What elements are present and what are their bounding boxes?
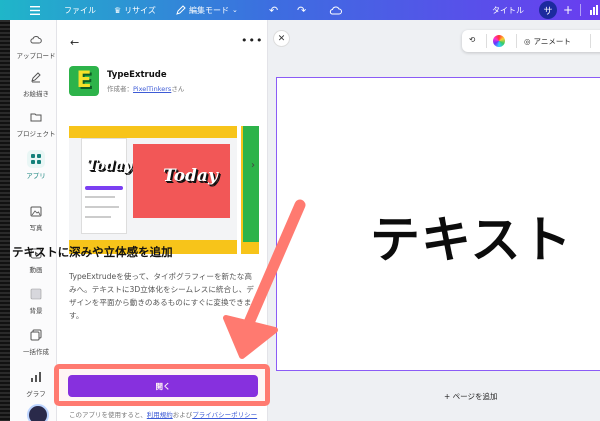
rail-item-label: 背景 [29,307,43,315]
terms-notice: このアプリを使用すると、利用規約およびプライバシーポリシー [69,409,257,419]
hamburger-icon [30,5,40,15]
redo-icon: ↷ [297,3,307,17]
plus-icon: + [563,3,574,17]
more-options-button[interactable]: ••• [241,34,263,47]
rail-item-label: 動画 [29,266,43,274]
menu-button[interactable] [30,0,40,20]
app-detail-panel: ← ••• E TypeExtrude 作成者：PixelTinkersさん T… [57,20,268,421]
preview-small-word: Today [87,158,133,174]
close-panel-button[interactable]: ✕ [273,30,290,47]
rail-item-label: プロジェクト [16,130,56,138]
rail-item-label: アプリ [26,172,46,180]
animate-button[interactable]: ◎ アニメート [524,30,571,52]
terms-middle: および [172,411,193,419]
top-bar: ファイル ♛ リサイズ 編集モード ⌄ ↶ ↷ タイトル サ + [0,0,600,20]
ellipsis-icon: ••• [241,34,264,47]
app-name: TypeExtrude [107,70,167,80]
context-toolbar: ⟲ ◎ アニメート [462,30,600,52]
terms-link[interactable]: 利用規約 [147,411,173,419]
background-icon [27,285,45,303]
animate-label: アニメート [533,36,571,46]
invite-button[interactable]: + [563,0,573,20]
rail-item-projects[interactable]: プロジェクト [14,108,58,138]
pencil-icon [176,5,186,15]
file-menu-label: ファイル [64,5,96,15]
creator-prefix: 作成者： [107,85,133,93]
preview-screenshot-next [241,126,259,254]
canvas-text-element[interactable]: テキスト [370,200,573,272]
rail-item-charts[interactable]: グラフ [14,368,58,398]
app-preview-gallery: Today Today [69,126,259,254]
chart-icon [27,368,45,386]
resize-label: リサイズ [124,5,156,15]
design-title[interactable]: タイトル [492,0,524,20]
rail-item-label: グラフ [26,390,46,398]
rail-item-apps[interactable]: アプリ [14,150,58,180]
app-description: TypeExtrudeを使って、タイポグラフィーを新たな高みへ。テキストに3D立… [69,272,254,320]
chevron-down-icon: ⌄ [232,6,238,14]
cloud-save-status[interactable] [329,0,342,20]
creator-suffix: さん [171,85,185,93]
back-button[interactable]: ← [70,36,79,49]
rail-item-label: お絵描き [23,90,49,98]
rail-item-upload[interactable]: アップロード [14,30,58,60]
creator-link[interactable]: PixelTinkers [133,85,171,93]
edit-mode-label: 編集モード [189,5,229,15]
preview-large-word: Today [163,166,218,186]
undo-icon: ↶ [269,3,279,17]
rail-item-label: アップロード [16,52,56,60]
crown-icon: ♛ [114,5,122,15]
folder-icon [27,108,45,126]
bar-chart-icon [590,5,598,15]
privacy-link[interactable]: プライバシーポリシー [192,411,257,419]
redo-button[interactable]: ↷ [297,0,306,20]
gallery-next-button[interactable]: › [251,160,255,171]
rail-item-backgrounds[interactable]: 背景 [14,285,58,315]
app-creator: 作成者：PixelTinkersさん [107,83,184,93]
chevron-right-icon: › [251,160,255,171]
rail-item-label: 一括作成 [23,348,49,356]
cloud-icon [329,6,342,14]
magic-assistant-button[interactable] [27,404,49,421]
close-icon: ✕ [277,33,286,44]
image-icon [27,202,45,220]
undo-button[interactable]: ↶ [269,0,278,20]
avatar-initial: サ [543,6,553,17]
preview-screenshot: Today Today [69,126,237,254]
rotate-icon[interactable]: ⟲ [469,35,475,44]
arrow-left-icon: ← [70,36,80,49]
edit-mode-menu[interactable]: 編集モード ⌄ [176,0,238,20]
rail-item-photos[interactable]: 写真 [14,202,58,232]
apps-grid-icon [27,150,45,168]
app-logo: E [69,66,99,96]
design-title-label: タイトル [492,5,524,15]
color-picker-button[interactable] [493,35,505,47]
terms-prefix: このアプリを使用すると、 [69,411,147,419]
highlight-box [54,364,270,406]
file-menu[interactable]: ファイル [64,0,96,20]
pen-icon [27,68,45,86]
app-headline: テキストに深みや立体感を追加 [12,245,173,259]
rail-item-bulk-create[interactable]: 一括作成 [14,326,58,356]
rail-edge-strip [0,20,10,421]
rail-item-draw[interactable]: お絵描き [14,68,58,98]
divider [580,4,581,16]
rail-item-label: 写真 [29,224,43,232]
bulk-create-icon [27,326,45,344]
insights-button[interactable] [589,0,599,20]
animate-icon: ◎ [524,36,531,46]
add-page-button[interactable]: + ページを追加 [444,391,498,402]
upload-cloud-icon [27,30,45,48]
avatar[interactable]: サ [539,1,557,19]
resize-menu[interactable]: ♛ リサイズ [114,0,156,20]
